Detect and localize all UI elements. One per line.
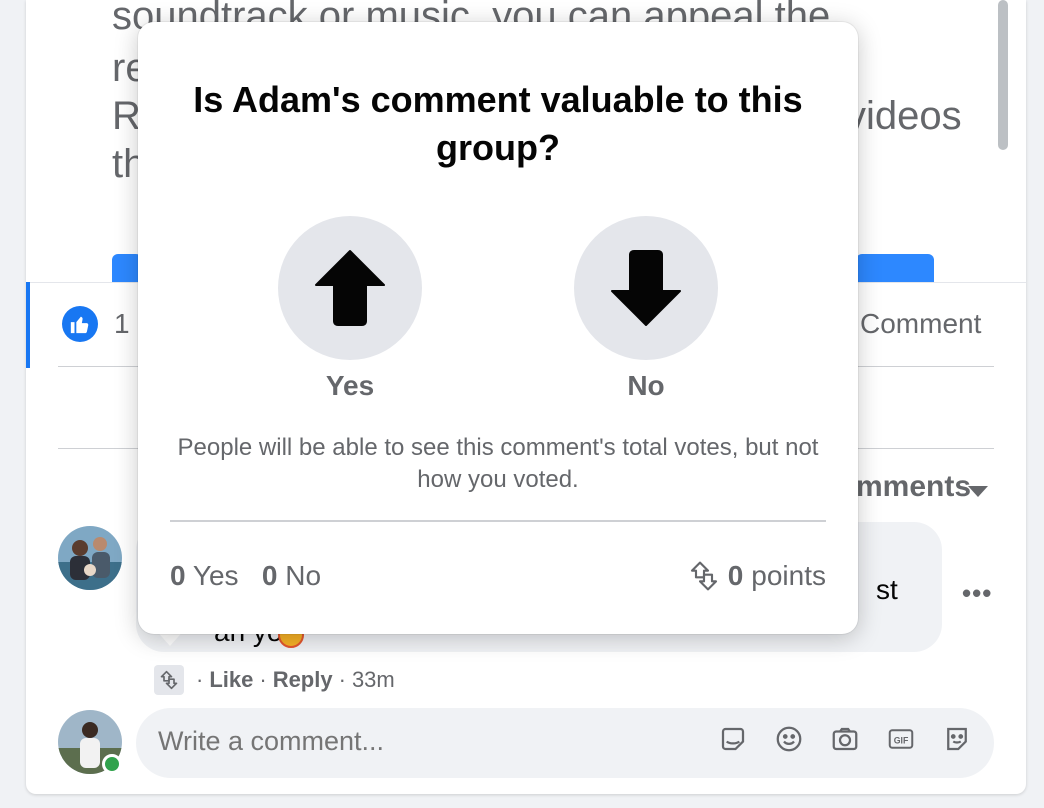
comment-action-button[interactable]: Comment — [860, 308, 981, 340]
more-options-button[interactable]: ••• — [962, 578, 992, 609]
down-arrow-icon — [611, 250, 681, 326]
up-arrow-icon — [315, 250, 385, 326]
comment-composer[interactable]: GIF — [136, 708, 994, 778]
vote-popup: Is Adam's comment valuable to this group… — [138, 22, 858, 634]
points-count: 0 — [727, 560, 744, 591]
points-total: 0 points — [688, 560, 826, 592]
like-link[interactable]: Like — [209, 667, 253, 693]
upvote-button[interactable] — [278, 216, 422, 360]
gif-icon[interactable]: GIF — [884, 722, 918, 756]
caret-down-icon[interactable] — [968, 486, 988, 497]
vote-counts: 0 Yes 0 No — [170, 560, 321, 592]
vote-arrows-icon[interactable] — [154, 665, 184, 695]
separator: · — [196, 667, 204, 692]
yes-word: Yes — [192, 560, 239, 591]
downvote-button[interactable] — [574, 216, 718, 360]
comment-timestamp[interactable]: 33m — [352, 667, 395, 693]
vote-arrows-icon — [690, 561, 717, 591]
online-status-indicator — [102, 754, 122, 774]
comment-text-fragment: st — [876, 574, 898, 605]
comment-input[interactable] — [158, 726, 678, 757]
emoji-icon[interactable] — [772, 722, 806, 756]
svg-text:GIF: GIF — [894, 735, 909, 745]
avatar-sticker-icon[interactable] — [940, 722, 974, 756]
upvote-label: Yes — [325, 370, 375, 401]
vote-tally: 0 Yes 0 No 0 points — [170, 560, 826, 600]
comment-sort-label[interactable]: mments — [856, 470, 971, 504]
downvote-label: No — [627, 370, 665, 401]
separator: · — [338, 667, 346, 692]
composer-tools: GIF — [716, 722, 974, 756]
separator: · — [259, 667, 267, 692]
sticker-icon[interactable] — [716, 722, 750, 756]
post-text-line-3-end: videos — [846, 94, 962, 138]
no-word: No — [285, 560, 322, 591]
popup-privacy-note: People will be able to see this comment'… — [177, 434, 819, 493]
popup-title: Is Adam's comment valuable to this group… — [193, 79, 803, 168]
post-text-line-3: R — [112, 94, 141, 138]
reply-link[interactable]: Reply — [273, 667, 333, 693]
commenter-avatar[interactable] — [58, 526, 122, 590]
post-link-button-right[interactable] — [856, 254, 934, 282]
like-count: 1 — [114, 308, 130, 339]
focus-accent-bar — [26, 282, 30, 368]
points-word: points — [751, 560, 826, 591]
scrollbar[interactable] — [998, 0, 1008, 150]
yes-count: 0 — [170, 560, 186, 591]
no-count: 0 — [261, 560, 278, 591]
camera-icon[interactable] — [828, 722, 862, 756]
comment-actions: · Like · Reply · 33m — [154, 664, 395, 696]
like-thumb-icon[interactable] — [62, 306, 98, 342]
popup-divider — [170, 520, 826, 522]
